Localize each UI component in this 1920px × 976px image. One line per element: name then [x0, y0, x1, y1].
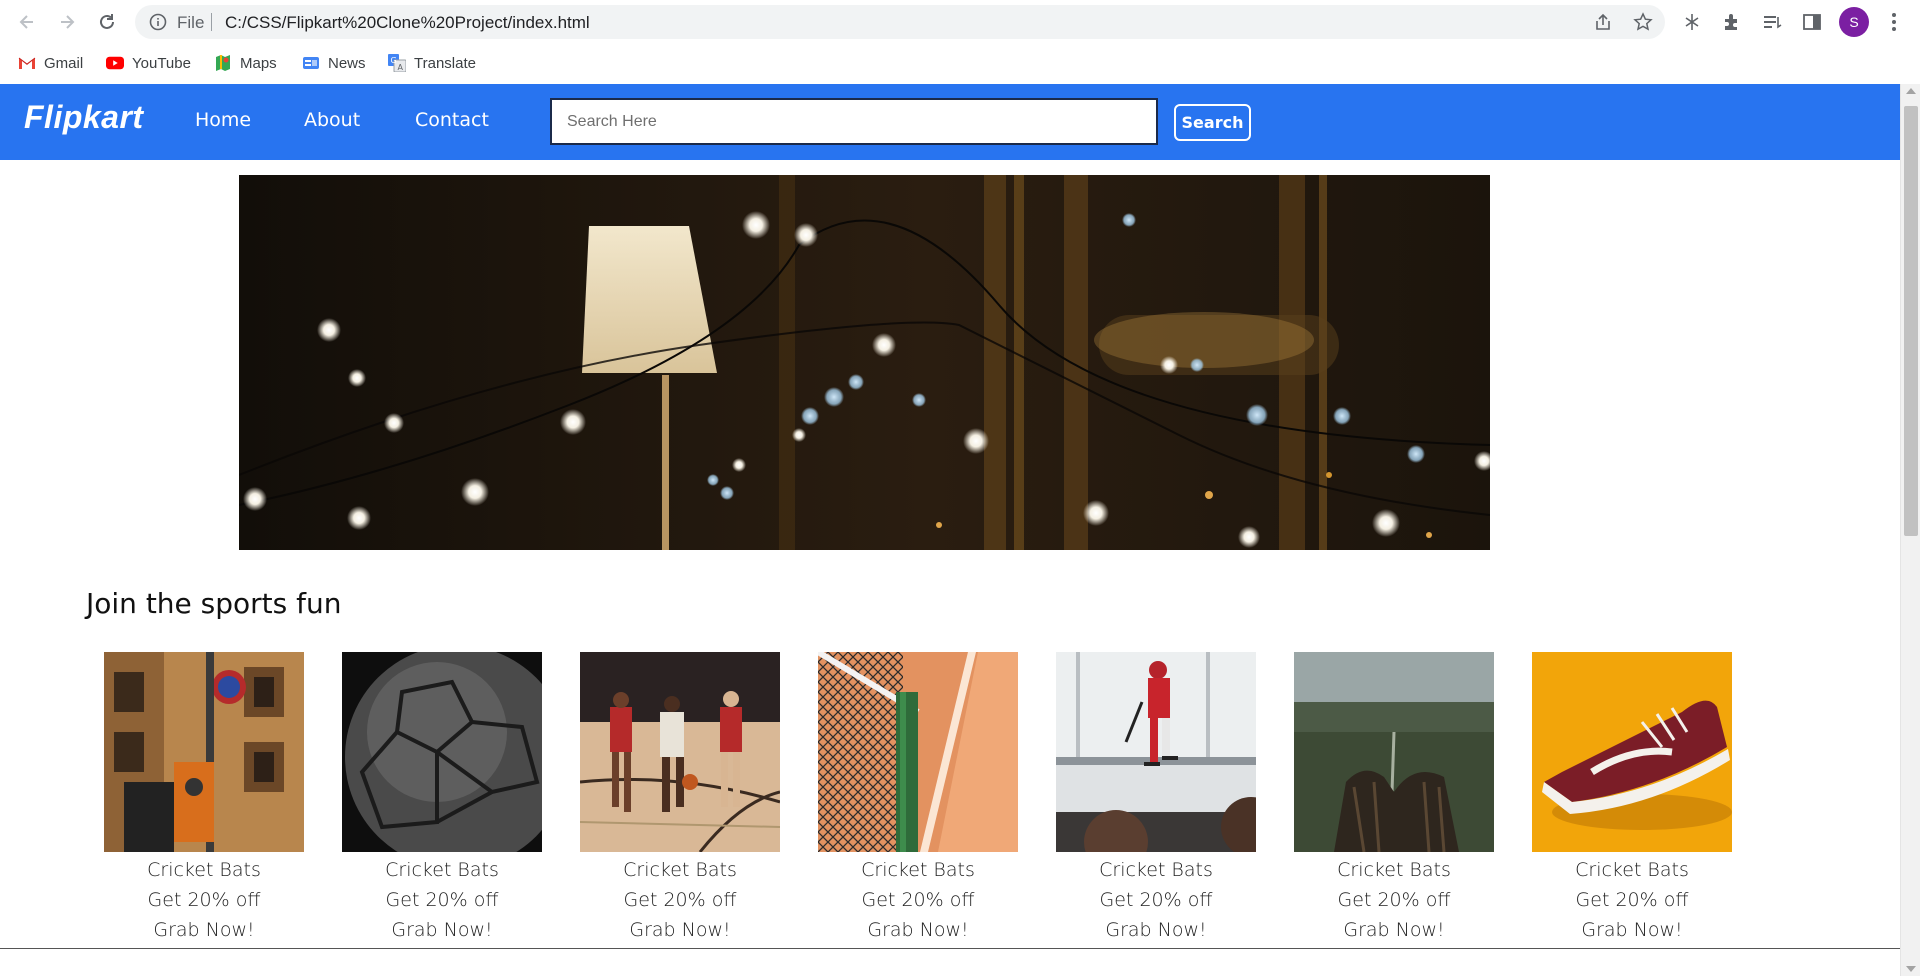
extension-translate-icon[interactable] — [1678, 8, 1706, 36]
product-card[interactable]: Cricket Bats Get 20% off Grab Now! — [104, 652, 304, 945]
product-card[interactable]: Cricket Bats Get 20% off Grab Now! — [1294, 652, 1494, 945]
card-product-name: Cricket Bats — [623, 859, 737, 881]
nav-link-contact[interactable]: Contact — [415, 109, 489, 131]
svg-text:G: G — [391, 56, 397, 65]
bookmark-youtube[interactable]: YouTube — [106, 52, 191, 74]
product-card[interactable]: Cricket Bats Get 20% off Grab Now! — [1532, 652, 1732, 945]
reading-list-icon[interactable] — [1758, 8, 1786, 36]
card-product-name: Cricket Bats — [1099, 859, 1213, 881]
youtube-icon — [106, 54, 124, 72]
share-icon[interactable] — [1591, 10, 1615, 34]
card-cta-link[interactable]: Grab Now! — [1532, 915, 1732, 945]
nav-link-about[interactable]: About — [304, 109, 360, 131]
bookmark-translate[interactable]: GA Translate — [388, 52, 476, 74]
forward-button[interactable] — [52, 7, 82, 37]
bookmark-star-icon[interactable] — [1631, 10, 1655, 34]
card-cta-link[interactable]: Grab Now! — [818, 915, 1018, 945]
product-card[interactable]: Cricket Bats Get 20% off Grab Now! — [1056, 652, 1256, 945]
page-viewport: Flipkart Home About Contact Search Here … — [0, 84, 1900, 976]
profile-avatar[interactable]: S — [1839, 7, 1869, 37]
soccer-ball-photo[interactable] — [342, 652, 542, 852]
maps-icon — [214, 54, 232, 72]
card-cta-link[interactable]: Grab Now! — [342, 915, 542, 945]
url-text[interactable]: C:/CSS/Flipkart%20Clone%20Project/index.… — [225, 13, 590, 33]
card-product-name: Cricket Bats — [1575, 859, 1689, 881]
card-offer: Get 20% off — [147, 889, 261, 911]
url-scheme-label: File — [177, 13, 205, 32]
baseball-glove-photo[interactable] — [1294, 652, 1494, 852]
horizontal-divider — [0, 948, 1900, 949]
side-panel-icon[interactable] — [1798, 8, 1826, 36]
svg-text:A: A — [398, 63, 404, 72]
tennis-net-photo[interactable] — [818, 652, 1018, 852]
bookmark-news[interactable]: News — [302, 52, 366, 74]
scroll-up-arrow-icon[interactable] — [1906, 88, 1916, 94]
card-offer: Get 20% off — [861, 889, 975, 911]
scroll-down-arrow-icon[interactable] — [1906, 966, 1916, 972]
bookmark-label: Translate — [414, 54, 476, 72]
card-cta-link[interactable]: Grab Now! — [104, 915, 304, 945]
card-offer: Get 20% off — [385, 889, 499, 911]
scrollbar-thumb[interactable] — [1904, 106, 1918, 536]
search-button[interactable]: Search — [1174, 104, 1251, 141]
product-card[interactable]: Cricket Bats Get 20% off Grab Now! — [580, 652, 780, 945]
forward-arrow-icon — [61, 15, 75, 29]
product-card[interactable]: Cricket Bats Get 20% off Grab Now! — [818, 652, 1018, 945]
red-sneaker-photo[interactable] — [1532, 652, 1732, 852]
info-icon[interactable] — [149, 13, 167, 35]
page-scrollbar[interactable] — [1900, 84, 1920, 976]
reload-icon — [100, 14, 114, 29]
hero-banner-image — [239, 175, 1490, 550]
site-navbar: Flipkart Home About Contact Search — [0, 84, 1900, 160]
card-product-name: Cricket Bats — [385, 859, 499, 881]
bookmark-gmail[interactable]: Gmail — [18, 52, 83, 74]
bookmarks-bar: Gmail YouTube Maps News GA Translate — [0, 44, 1920, 84]
address-bar[interactable]: File C:/CSS/Flipkart%20Clone%20Project/i… — [135, 5, 1665, 39]
site-logo[interactable]: Flipkart — [24, 99, 144, 136]
card-offer: Get 20% off — [1575, 889, 1689, 911]
bookmark-maps[interactable]: Maps — [214, 52, 277, 74]
product-card-row: Cricket Bats Get 20% off Grab Now! Crick… — [104, 652, 1804, 976]
bookmark-label: Maps — [240, 54, 277, 72]
nav-link-home[interactable]: Home — [195, 109, 251, 131]
ice-hockey-photo[interactable] — [1056, 652, 1256, 852]
card-cta-link[interactable]: Grab Now! — [1294, 915, 1494, 945]
news-icon — [302, 54, 320, 72]
product-card[interactable]: Cricket Bats Get 20% off Grab Now! — [342, 652, 542, 945]
bookmark-label: YouTube — [132, 54, 191, 72]
reload-button[interactable] — [92, 7, 122, 37]
gmail-icon — [18, 54, 36, 72]
bookmark-label: News — [328, 54, 366, 72]
card-cta-link[interactable]: Grab Now! — [580, 915, 780, 945]
card-offer: Get 20% off — [623, 889, 737, 911]
basketball-game-photo[interactable] — [580, 652, 780, 852]
card-product-name: Cricket Bats — [861, 859, 975, 881]
card-product-name: Cricket Bats — [147, 859, 261, 881]
card-offer: Get 20% off — [1337, 889, 1451, 911]
browser-menu-icon[interactable] — [1884, 9, 1904, 35]
card-product-name: Cricket Bats — [1337, 859, 1451, 881]
card-offer: Get 20% off — [1099, 889, 1213, 911]
browser-toolbar: File C:/CSS/Flipkart%20Clone%20Project/i… — [0, 0, 1920, 44]
bookmark-label: Gmail — [44, 54, 84, 72]
extensions-puzzle-icon[interactable] — [1718, 8, 1746, 36]
back-button[interactable] — [12, 7, 42, 37]
back-arrow-icon — [19, 15, 33, 29]
search-input[interactable] — [550, 98, 1158, 145]
translate-icon: GA — [388, 54, 406, 72]
card-cta-link[interactable]: Grab Now! — [1056, 915, 1256, 945]
section-title: Join the sports fun — [86, 587, 342, 620]
url-separator — [211, 13, 212, 31]
street-signal-photo[interactable] — [104, 652, 304, 852]
